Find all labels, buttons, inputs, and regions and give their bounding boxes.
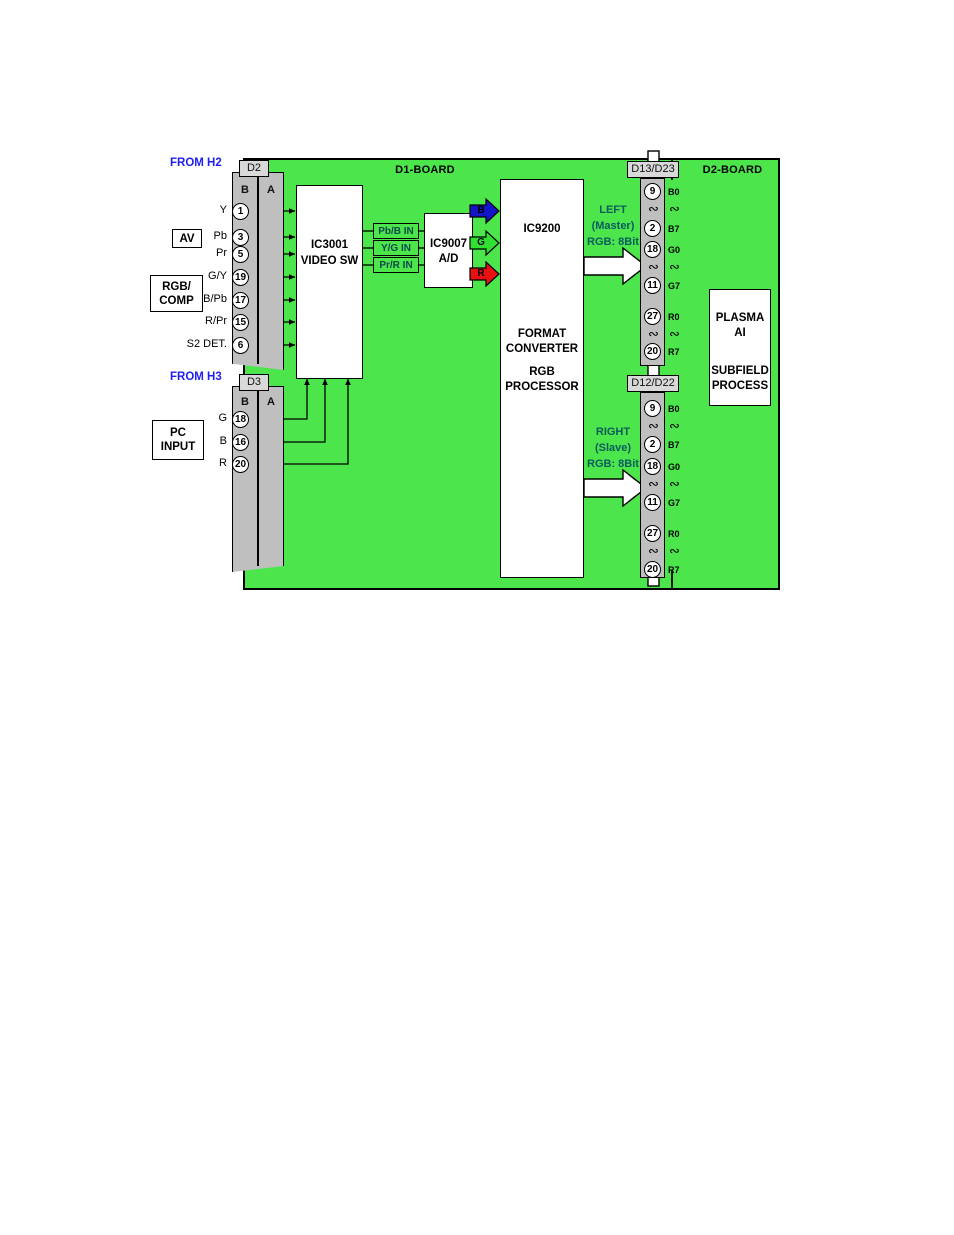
d12-d22-continuation-icon: ∾ [669,476,680,491]
d12-d22-pin-name: B7 [668,440,680,450]
d12-d22-pin[interactable]: 20 [644,561,661,578]
plasma-line2: AI [734,327,746,339]
g-arrow-label: G [477,237,485,248]
b-arrow-label: B [477,205,485,216]
d13-d23-pin-name: G0 [668,245,681,255]
d13-d23-pin[interactable]: 27 [644,308,661,325]
d12-d22-pin[interactable]: 18 [644,458,661,475]
d12-d22-pin-name: B0 [668,404,680,414]
d12-d22-continuation-icon: ∾ [669,543,680,558]
connector-d12-d22-tag[interactable]: D12/D22 [627,375,679,392]
ic9200-line5: PROCESSOR [505,381,579,393]
ic9200-line1: IC9200 [523,223,561,235]
d12-d22-pin-name: R0 [668,529,680,539]
connector-d13-d23-tag[interactable]: D13/D23 [627,161,679,178]
rgb-arrow-overlay [469,197,500,288]
d13-d23-pin[interactable]: 18 [644,241,661,258]
d13-d23-pin-name: R7 [668,347,680,357]
right-output-line3: RGB: 8Bit [587,458,639,470]
d13-d23-continuation-icon: ∾ [648,259,659,274]
d13-d23-continuation-icon: ∾ [648,326,659,341]
d12-d22-continuation-icon: ∾ [669,418,680,433]
left-output-line2: (Master) [591,220,635,232]
d13-d23-pin-name: R0 [668,312,680,322]
plasma-line4: PROCESS [711,380,769,392]
left-output-line3: RGB: 8Bit [587,236,639,248]
d13-d23-continuation-icon: ∾ [669,201,680,216]
right-output-line1: RIGHT [595,426,631,438]
d12-d22-pin[interactable]: 11 [644,494,661,511]
plasma-line1: PLASMA [715,312,765,324]
d13-d23-continuation-icon: ∾ [648,201,659,216]
d13-d23-pin[interactable]: 20 [644,343,661,360]
right-output-line2: (Slave) [594,442,632,454]
d13-d23-pin-name: B0 [668,187,680,197]
d12-d22-pin-name: G7 [668,498,681,508]
diagram-canvas: D1-BOARD D2-BOARD FROM H2 FROM H3 AV RGB… [0,0,954,1235]
d12-d22-pin-name: G0 [668,462,681,472]
d12-d22-continuation-icon: ∾ [648,543,659,558]
d13-d23-pin[interactable]: 2 [644,220,661,237]
d13-d23-pin[interactable]: 11 [644,277,661,294]
d13-d23-continuation-icon: ∾ [669,326,680,341]
d13-d23-continuation-icon: ∾ [669,259,680,274]
plasma-line3: SUBFIELD [711,365,769,377]
d13-d23-pin[interactable]: 9 [644,183,661,200]
d12-d22-pin[interactable]: 9 [644,400,661,417]
d12-d22-pin[interactable]: 2 [644,436,661,453]
d13-d23-pin-name: B7 [668,224,680,234]
d13-d23-pin-name: G7 [668,281,681,291]
ic9200-line2: FORMAT [517,328,567,340]
left-output-line1: LEFT [599,204,627,216]
d12-d22-pin-name: R7 [668,565,680,575]
d12-d22-continuation-icon: ∾ [648,476,659,491]
ic9200-line4: RGB [529,366,555,378]
r-arrow-label: R [477,268,485,279]
d12-d22-continuation-icon: ∾ [648,418,659,433]
ic9200-line3: CONVERTER [505,343,579,355]
d12-d22-pin[interactable]: 27 [644,525,661,542]
